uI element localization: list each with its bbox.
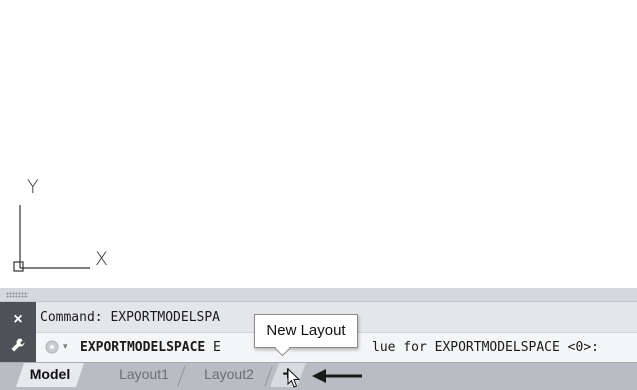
wrench-icon[interactable]: [8, 337, 28, 357]
command-prompt-fragment: E: [205, 340, 221, 355]
command-line-side-strip: ×: [0, 302, 36, 362]
drawing-canvas[interactable]: Y X: [0, 0, 637, 288]
command-name: EXPORTMODELSPACE: [80, 340, 206, 355]
command-line-grip[interactable]: [0, 288, 637, 302]
new-layout-tooltip: New Layout: [254, 314, 358, 348]
gear-icon[interactable]: [44, 339, 60, 355]
ucs-x-label: X: [95, 248, 109, 270]
left-arrow-icon: [312, 369, 362, 383]
layout-tab-strip: Model Layout1 Layout2 +: [0, 362, 637, 390]
tab-layout1[interactable]: Layout1: [98, 363, 190, 387]
ucs-y-label: Y: [27, 176, 39, 198]
command-prompt: EXPORTMODELSPACE E: [80, 340, 221, 355]
command-history-text: Command: EXPORTMODELSPA: [40, 310, 221, 325]
tab-model[interactable]: Model: [16, 363, 84, 387]
ucs-icon: [13, 205, 90, 272]
close-icon[interactable]: ×: [8, 310, 28, 330]
tab-layout2[interactable]: Layout2: [184, 363, 274, 387]
command-prompt-tail: lue for EXPORTMODELSPACE <0>:: [372, 340, 599, 355]
wrench-icon-graphic: [11, 338, 25, 352]
mouse-cursor-icon: [287, 368, 301, 388]
chevron-down-icon[interactable]: ▾: [63, 341, 68, 352]
grip-dots-icon: [6, 292, 28, 298]
